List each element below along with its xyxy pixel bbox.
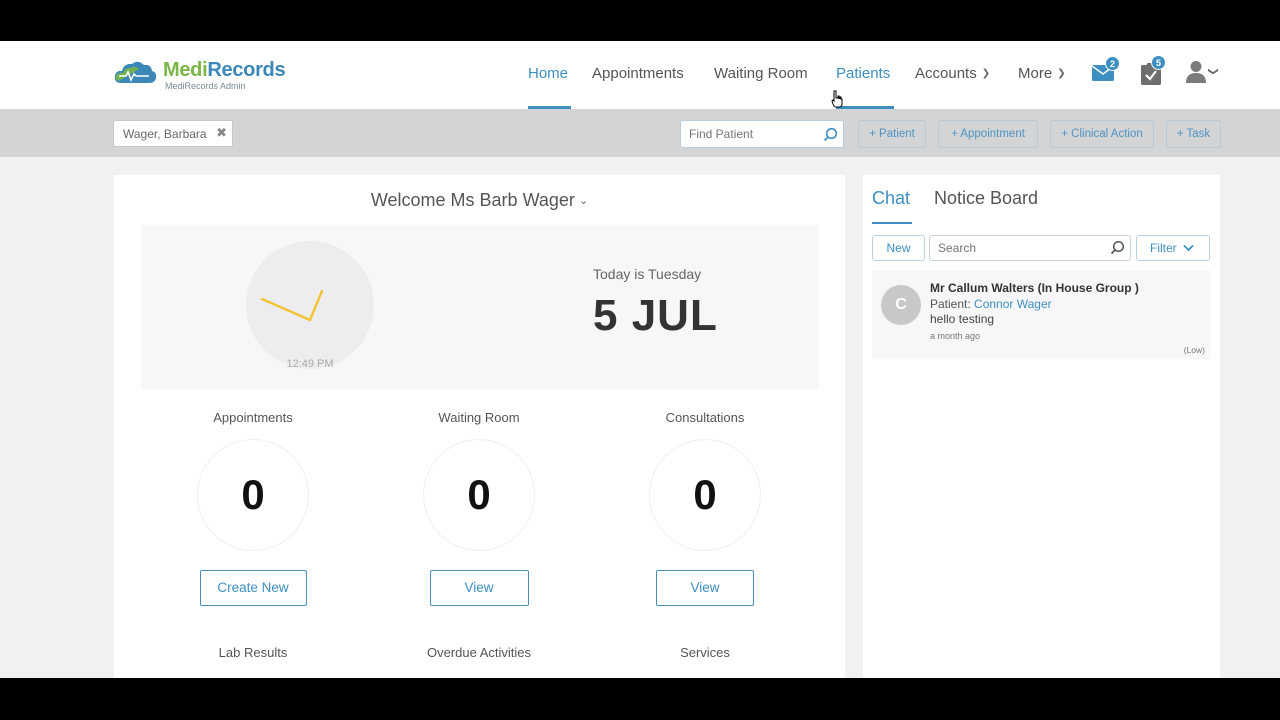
chat-panel: Chat Notice Board New Filter C Mr Callum… xyxy=(863,175,1220,678)
avatar: C xyxy=(881,285,921,325)
filter-dropdown-button[interactable]: Filter xyxy=(1136,235,1210,261)
close-icon[interactable]: ✖ xyxy=(216,125,227,141)
message-text: hello testing xyxy=(930,312,995,326)
welcome-dropdown[interactable]: Welcome Ms Barb Wager ⌄ xyxy=(114,190,845,211)
tab-notice-board[interactable]: Notice Board xyxy=(934,188,1038,209)
chevron-down-icon: ⌄ xyxy=(578,195,589,207)
chat-message-item[interactable]: C Mr Callum Walters (In House Group ) Pa… xyxy=(872,270,1210,359)
nav-waiting-room[interactable]: Waiting Room xyxy=(714,65,808,82)
chat-search-box[interactable] xyxy=(929,235,1131,261)
mail-button[interactable]: 2 xyxy=(1092,56,1120,84)
add-appointment-button[interactable]: + Appointment xyxy=(938,120,1038,148)
logo-name-records: Records xyxy=(207,59,286,81)
add-task-button[interactable]: + Task xyxy=(1166,120,1221,148)
appointments-stat: Appointments 0 Create New xyxy=(143,410,363,606)
waiting-room-stat: Waiting Room 0 View xyxy=(369,410,589,606)
new-chat-button[interactable]: New xyxy=(872,235,925,261)
stat-value: 0 xyxy=(423,439,535,551)
message-sender: Mr Callum Walters (In House Group ) xyxy=(930,281,1139,295)
add-clinical-action-button[interactable]: + Clinical Action xyxy=(1050,120,1154,148)
nav-appointments[interactable]: Appointments xyxy=(592,65,684,82)
services-stat-label: Services xyxy=(680,645,730,660)
chat-search-input[interactable] xyxy=(930,236,1105,260)
overdue-activities-stat-label: Overdue Activities xyxy=(426,645,532,660)
current-date: 5 JUL xyxy=(593,291,718,340)
add-patient-button[interactable]: + Patient xyxy=(858,120,926,148)
view-waiting-room-button[interactable]: View xyxy=(429,570,529,606)
message-patient-label: Patient: xyxy=(930,297,975,311)
create-new-appointment-button[interactable]: Create New xyxy=(199,570,307,606)
nav-more-label: More xyxy=(1018,65,1053,82)
chevron-down-icon: ❯ xyxy=(1057,68,1066,79)
logo-name-medi: Medi xyxy=(163,59,208,81)
welcome-text: Welcome Ms Barb Wager xyxy=(370,190,575,210)
stat-value: 0 xyxy=(197,439,309,551)
logo-subtitle: MediRecords Admin xyxy=(165,81,246,91)
mail-count-badge: 2 xyxy=(1105,56,1120,71)
open-patient-name: Wager, Barbara xyxy=(123,127,207,141)
filter-label: Filter xyxy=(1150,241,1177,255)
nav-accounts-label: Accounts xyxy=(915,65,977,82)
view-consultations-button[interactable]: View xyxy=(656,570,754,606)
message-patient: Patient: Connor Wager xyxy=(930,297,1052,311)
tasks-button[interactable]: 5 xyxy=(1141,55,1166,85)
nav-accounts[interactable]: Accounts ❯ xyxy=(915,65,990,82)
tasks-count-badge: 5 xyxy=(1151,55,1166,70)
chevron-down-icon xyxy=(1183,244,1194,252)
patient-toolbar: Wager, Barbara ✖ + Patient + Appointment… xyxy=(0,109,1280,157)
clock-panel: 12:49 PM Today is Tuesday 5 JUL xyxy=(141,225,819,389)
stat-value: 0 xyxy=(649,439,761,551)
clock-time: 12:49 PM xyxy=(286,358,334,370)
chevron-down-icon: ❯ xyxy=(981,68,991,79)
tab-chat[interactable]: Chat xyxy=(872,188,910,209)
clock-hands-icon xyxy=(260,289,324,322)
today-label: Today is Tuesday xyxy=(593,266,702,282)
tab-chat-active-indicator xyxy=(872,222,912,224)
user-avatar-icon xyxy=(1186,61,1206,83)
search-icon[interactable] xyxy=(823,127,838,142)
hand-cursor-icon xyxy=(831,90,843,108)
message-patient-link[interactable]: Connor Wager xyxy=(974,297,1052,311)
consultations-stat: Consultations 0 View xyxy=(595,410,815,606)
find-patient-input[interactable] xyxy=(681,121,817,147)
cloud-logo-icon xyxy=(113,59,157,87)
user-menu[interactable]: ❯ xyxy=(1186,60,1222,86)
nav-more[interactable]: More ❯ xyxy=(1018,65,1066,82)
chevron-down-icon: ❯ xyxy=(1207,67,1219,76)
dashboard-card: Welcome Ms Barb Wager ⌄ 12:49 PM Today is… xyxy=(114,175,845,678)
stat-label: Consultations xyxy=(665,410,745,425)
app-window: MediRecords MediRecords Admin Home Appoi… xyxy=(0,41,1280,678)
nav-patients[interactable]: Patients xyxy=(836,65,890,82)
message-priority: (Low) xyxy=(1183,345,1205,355)
nav-home[interactable]: Home xyxy=(528,65,568,82)
find-patient-box[interactable] xyxy=(680,120,844,148)
stat-label: Waiting Room xyxy=(438,410,520,425)
stat-label: Appointments xyxy=(213,410,293,425)
analog-clock: 12:49 PM xyxy=(246,241,374,370)
lab-results-stat-label: Lab Results xyxy=(218,645,288,660)
medirecords-logo[interactable]: MediRecords MediRecords Admin xyxy=(113,59,286,95)
open-patient-tab[interactable]: Wager, Barbara ✖ xyxy=(113,120,233,147)
message-time: a month ago xyxy=(930,331,981,341)
top-navbar: MediRecords MediRecords Admin Home Appoi… xyxy=(0,41,1280,109)
search-icon[interactable] xyxy=(1110,240,1125,255)
